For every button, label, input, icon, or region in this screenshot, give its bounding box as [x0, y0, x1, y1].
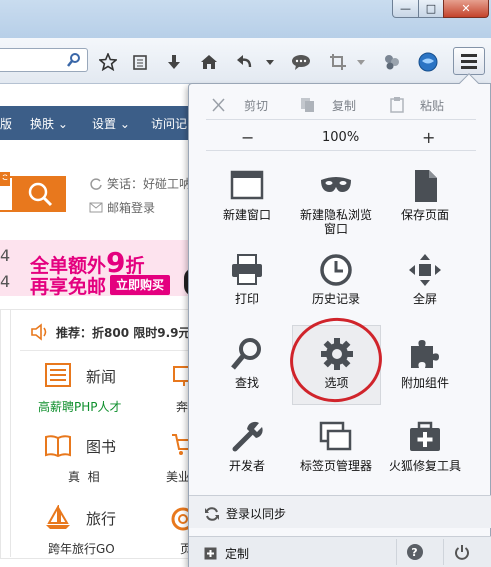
quit-button[interactable] — [443, 539, 479, 565]
paste-button[interactable]: 粘贴 — [390, 97, 444, 113]
zoom-out-button[interactable]: − — [241, 128, 254, 147]
globe-icon[interactable] — [418, 52, 438, 72]
zoom-reset-button[interactable]: 100% — [322, 130, 359, 145]
find-button[interactable]: 查找 — [202, 336, 292, 414]
magnifier-icon — [28, 182, 53, 207]
banner-suffix: 4 — [0, 272, 11, 291]
copy-button[interactable]: 复制 — [300, 97, 356, 113]
site-search-input[interactable] — [0, 176, 14, 212]
clipboard-icon — [390, 97, 404, 113]
travel-sub[interactable]: 跨年旅行GO — [48, 540, 115, 557]
news-icon — [44, 362, 72, 388]
new-window-button[interactable]: 新建窗口 — [202, 168, 292, 246]
menubar-item-history[interactable]: 访问记 — [151, 115, 187, 132]
crop-dropdown-icon[interactable] — [354, 52, 368, 72]
cut-button[interactable]: 剪切 — [210, 97, 268, 113]
tab-groups-icon — [319, 421, 352, 451]
customize-button[interactable]: 定制 — [204, 545, 249, 562]
addons-button[interactable]: 附加组件 — [380, 336, 470, 414]
sailboat-icon — [44, 505, 72, 531]
addons-puzzle-icon — [411, 340, 439, 368]
star-icon[interactable] — [98, 52, 118, 72]
crop-icon[interactable] — [328, 52, 348, 72]
banner-line2: 再享免邮 — [30, 276, 107, 298]
site-search-button[interactable] — [14, 176, 66, 212]
save-page-icon — [415, 170, 437, 202]
mail-login-link[interactable]: 邮箱登录 — [89, 199, 155, 216]
extension-icon[interactable] — [382, 52, 402, 72]
plus-icon — [204, 547, 217, 560]
news-link[interactable]: 新闻 — [86, 366, 116, 387]
travel-link[interactable]: 旅行 — [86, 508, 116, 529]
partial-link-1[interactable]: 奔 — [176, 398, 188, 415]
fullscreen-icon — [409, 254, 441, 286]
power-icon — [454, 545, 469, 560]
new-private-window-button[interactable]: 新建隐私浏览 窗口 — [291, 168, 381, 246]
zoom-separator — [206, 150, 476, 151]
copy-icon — [301, 98, 314, 112]
book-icon — [44, 434, 72, 458]
menubar-item-settings[interactable]: 设置 ⌄ — [92, 115, 130, 132]
search-icon[interactable] — [66, 52, 82, 68]
find-magnifier-icon — [231, 338, 261, 370]
download-icon[interactable] — [164, 52, 184, 72]
buy-now-button[interactable]: 立即购买 — [110, 275, 171, 295]
developer-button[interactable]: 开发者 — [202, 419, 292, 497]
books-link[interactable]: 图书 — [86, 436, 116, 457]
maximize-button[interactable]: □ — [418, 0, 444, 18]
banner-prefix: 4 — [0, 246, 11, 265]
new-window-icon — [230, 170, 264, 200]
scissors-icon — [212, 98, 225, 112]
edit-separator — [206, 119, 476, 120]
dropdown-icon[interactable] — [263, 52, 277, 72]
history-clock-icon — [320, 254, 352, 286]
minimize-button[interactable]: — — [392, 0, 419, 18]
sync-button[interactable]: 登录以同步 — [204, 505, 286, 522]
printer-icon — [232, 254, 262, 285]
user-joke-link[interactable]: 笑话：好碰工呐 — [89, 175, 191, 192]
refresh-icon — [90, 177, 102, 190]
tab-groups-button[interactable]: 标签页管理器 — [291, 419, 381, 497]
save-page-button[interactable]: 保存页面 — [380, 168, 470, 246]
home-icon[interactable] — [199, 52, 219, 72]
help-button[interactable]: ? — [396, 539, 432, 565]
print-button[interactable]: 打印 — [202, 252, 292, 330]
recommend-bar[interactable]: 推荐：折800 限时9.9元包 — [30, 323, 203, 341]
back-icon[interactable] — [235, 52, 255, 72]
open-menu-button[interactable] — [453, 47, 485, 75]
menubar-item-skin[interactable]: 换肤 ⌄ — [30, 115, 68, 132]
left-rule — [10, 310, 11, 557]
speaker-icon — [31, 323, 47, 341]
firefox-repair-icon — [410, 421, 440, 451]
menubar-item-0[interactable]: 版 — [0, 115, 12, 132]
close-button[interactable]: ✕ — [443, 0, 489, 18]
promo-divider — [20, 350, 196, 351]
menu-icon — [461, 54, 477, 69]
reading-list-icon[interactable] — [130, 52, 150, 72]
private-mask-icon — [321, 177, 351, 192]
news-sub[interactable]: 高薪聘PHP人才 — [38, 398, 122, 415]
mail-icon — [89, 202, 103, 213]
zoom-in-button[interactable]: + — [422, 128, 435, 147]
developer-wrench-icon — [232, 421, 263, 452]
help-icon: ? — [406, 544, 423, 560]
sync-icon — [205, 506, 219, 521]
fullscreen-button[interactable]: 全屏 — [380, 252, 470, 330]
chat-icon[interactable] — [291, 52, 311, 72]
books-sub[interactable]: 真 相 — [68, 468, 100, 485]
partial-link-2[interactable]: 美业 — [166, 468, 190, 485]
firefox-repair-button[interactable]: 火狐修复工具 — [380, 419, 470, 497]
